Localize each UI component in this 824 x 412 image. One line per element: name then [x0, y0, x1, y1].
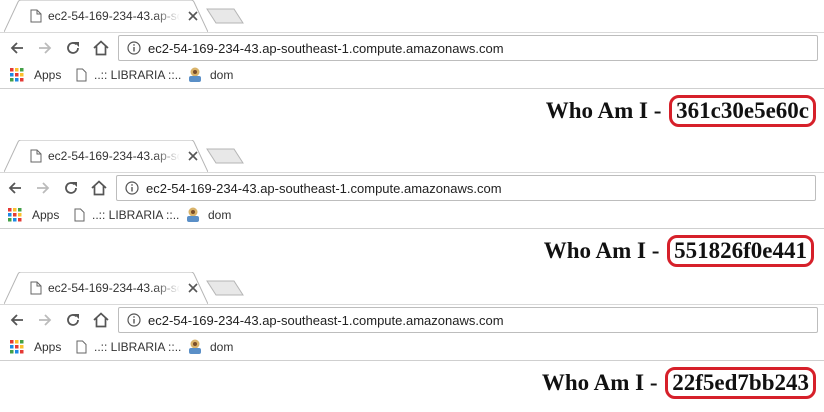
bookmarks-bar: Apps ..:: LIBRARIA ::.. dom: [0, 62, 824, 88]
bookmark-apps-label: Apps: [34, 68, 62, 82]
bookmark-libraria[interactable]: ..:: LIBRARIA ::..: [76, 339, 182, 355]
page-icon: [30, 149, 42, 163]
whoami-heading: Who Am I - 22f5ed7bb243: [542, 367, 816, 399]
forward-icon[interactable]: [36, 311, 54, 329]
container-id-highlighted: 551826f0e441: [667, 235, 814, 267]
bookmark-page-icon: [74, 208, 85, 222]
apps-grid-icon: [10, 68, 24, 82]
bookmark-dom[interactable]: dom: [188, 339, 248, 355]
page-content: Who Am I - 361c30e5e60c: [0, 88, 824, 137]
bookmark-apps[interactable]: Apps: [10, 67, 66, 83]
reload-icon[interactable]: [64, 311, 82, 329]
close-icon[interactable]: [187, 282, 199, 294]
page-icon: [30, 281, 42, 295]
home-icon[interactable]: [92, 39, 110, 57]
page-icon: [30, 9, 42, 23]
bookmark-libraria[interactable]: ..:: LIBRARIA ::..: [74, 207, 180, 223]
address-bar[interactable]: ec2-54-169-234-43.ap-southeast-1.compute…: [116, 175, 816, 201]
container-id-highlighted: 361c30e5e60c: [669, 95, 816, 127]
reload-icon[interactable]: [62, 179, 80, 197]
bookmark-dom[interactable]: dom: [188, 67, 248, 83]
bookmark-libraria-label: ..:: LIBRARIA ::..: [94, 68, 182, 82]
tab-title: ec2-54-169-234-43.ap-southeast-1.compute…: [48, 281, 180, 295]
bookmark-dom-label: dom: [210, 68, 234, 82]
tab-strip: ec2-54-169-234-43.ap-southeast-1.compute…: [0, 272, 824, 304]
bookmark-dom[interactable]: dom: [186, 207, 246, 223]
bookmark-page-icon: [76, 68, 87, 82]
active-tab[interactable]: ec2-54-169-234-43.ap-southeast-1.compute…: [4, 0, 208, 32]
browser-window-1: ec2-54-169-234-43.ap-southeast-1.compute…: [0, 0, 824, 137]
info-icon[interactable]: [127, 313, 141, 327]
new-tab-button[interactable]: [206, 8, 244, 24]
back-icon[interactable]: [8, 311, 26, 329]
whoami-prefix: Who Am I -: [543, 238, 666, 263]
address-bar[interactable]: ec2-54-169-234-43.ap-southeast-1.compute…: [118, 35, 818, 61]
bookmark-libraria-label: ..:: LIBRARIA ::..: [92, 208, 180, 222]
bookmarks-bar: Apps ..:: LIBRARIA ::.. dom: [0, 202, 824, 228]
home-icon[interactable]: [92, 311, 110, 329]
whoami-heading: Who Am I - 361c30e5e60c: [546, 95, 816, 127]
whoami-heading: Who Am I - 551826f0e441: [544, 235, 814, 267]
close-icon[interactable]: [187, 150, 199, 162]
container-id-highlighted: 22f5ed7bb243: [665, 367, 816, 399]
browser-window-2: ec2-54-169-234-43.ap-southeast-1.compute…: [0, 140, 824, 277]
toolbar: ec2-54-169-234-43.ap-southeast-1.compute…: [0, 304, 824, 335]
browser-window-3: ec2-54-169-234-43.ap-southeast-1.compute…: [0, 272, 824, 409]
reload-icon[interactable]: [64, 39, 82, 57]
forward-icon[interactable]: [34, 179, 52, 197]
tab-strip: ec2-54-169-234-43.ap-southeast-1.compute…: [0, 140, 824, 172]
tab-title: ec2-54-169-234-43.ap-southeast-1.compute…: [48, 149, 180, 163]
dom-favicon-icon: [187, 207, 199, 222]
bookmark-dom-label: dom: [210, 340, 234, 354]
dom-favicon-icon: [189, 67, 201, 82]
forward-icon[interactable]: [36, 39, 54, 57]
bookmark-libraria-label: ..:: LIBRARIA ::..: [94, 340, 182, 354]
bookmark-page-icon: [76, 340, 87, 354]
bookmark-dom-label: dom: [208, 208, 232, 222]
whoami-prefix: Who Am I -: [541, 370, 664, 395]
back-icon[interactable]: [8, 39, 26, 57]
info-icon[interactable]: [125, 181, 139, 195]
url-text[interactable]: ec2-54-169-234-43.ap-southeast-1.compute…: [148, 312, 504, 329]
info-icon[interactable]: [127, 41, 141, 55]
bookmark-libraria[interactable]: ..:: LIBRARIA ::..: [76, 67, 182, 83]
new-tab-button[interactable]: [206, 148, 244, 164]
whoami-prefix: Who Am I -: [545, 98, 668, 123]
close-icon[interactable]: [187, 10, 199, 22]
address-bar[interactable]: ec2-54-169-234-43.ap-southeast-1.compute…: [118, 307, 818, 333]
active-tab[interactable]: ec2-54-169-234-43.ap-southeast-1.compute…: [4, 140, 208, 172]
bookmark-apps-label: Apps: [32, 208, 60, 222]
active-tab[interactable]: ec2-54-169-234-43.ap-southeast-1.compute…: [4, 272, 208, 304]
bookmark-apps[interactable]: Apps: [8, 207, 64, 223]
apps-grid-icon: [10, 340, 24, 354]
new-tab-button[interactable]: [206, 280, 244, 296]
url-text[interactable]: ec2-54-169-234-43.ap-southeast-1.compute…: [148, 40, 504, 57]
bookmarks-bar: Apps ..:: LIBRARIA ::.. dom: [0, 334, 824, 360]
bookmark-apps-label: Apps: [34, 340, 62, 354]
page-content: Who Am I - 22f5ed7bb243: [0, 360, 824, 409]
tab-title: ec2-54-169-234-43.ap-southeast-1.compute…: [48, 9, 180, 23]
url-text[interactable]: ec2-54-169-234-43.ap-southeast-1.compute…: [146, 180, 502, 197]
toolbar: ec2-54-169-234-43.ap-southeast-1.compute…: [0, 32, 824, 63]
back-icon[interactable]: [6, 179, 24, 197]
tab-strip: ec2-54-169-234-43.ap-southeast-1.compute…: [0, 0, 824, 32]
page-content: Who Am I - 551826f0e441: [0, 228, 824, 277]
toolbar: ec2-54-169-234-43.ap-southeast-1.compute…: [0, 172, 824, 203]
apps-grid-icon: [8, 208, 22, 222]
home-icon[interactable]: [90, 179, 108, 197]
dom-favicon-icon: [189, 339, 201, 354]
bookmark-apps[interactable]: Apps: [10, 339, 66, 355]
